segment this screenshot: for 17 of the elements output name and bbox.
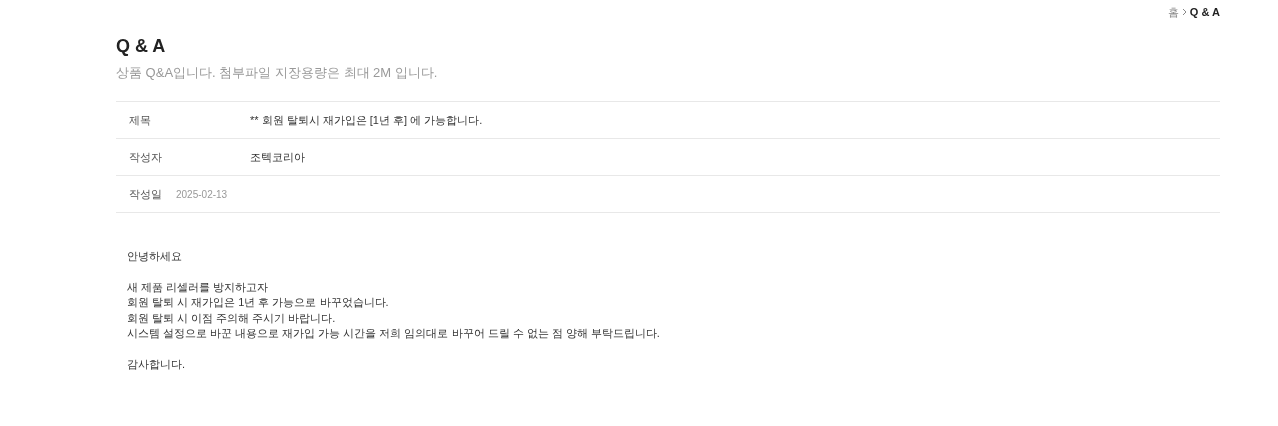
page-subtitle: 상품 Q&A입니다. 첨부파일 지장용량은 최대 2M 입니다. (116, 64, 439, 82)
date-value: 2025-02-13 (176, 187, 228, 202)
body-text: 안녕하세요 (127, 249, 183, 264)
breadcrumb-link[interactable]: 홈 (1167, 4, 1179, 21)
breadcrumb-link[interactable]: Q & A (1189, 4, 1220, 21)
page-title: Q & A (116, 35, 167, 58)
field-label: 작성일 (129, 186, 162, 202)
body-text: 시스템 설정으로 바꾼 내용으로 재가입 가능 시간을 저희 임의대로 바꾸어 드릴 수 없는 점 양해 부탁드립니다. (127, 326, 661, 341)
chevron-icon (1181, 8, 1187, 17)
body-text: 감사합니다. (127, 356, 187, 372)
field-value: ** 회원 탈퇴시 재가입은 [1년 후] 에 가능합니다. (250, 112, 483, 128)
field-label: 제목 (129, 112, 152, 128)
field-value: 조텍코리아 (250, 149, 305, 165)
body-text: 새 제품 리셀러를 방지하고자 (127, 279, 270, 295)
body-text: 회원 탈퇴 시 재가입은 1년 후 가능으로 바꾸었습니다. (127, 295, 390, 310)
field-label: 작성자 (129, 149, 163, 165)
body-text: 회원 탈퇴 시 이점 주의해 주시기 바랍니다. (127, 310, 337, 326)
